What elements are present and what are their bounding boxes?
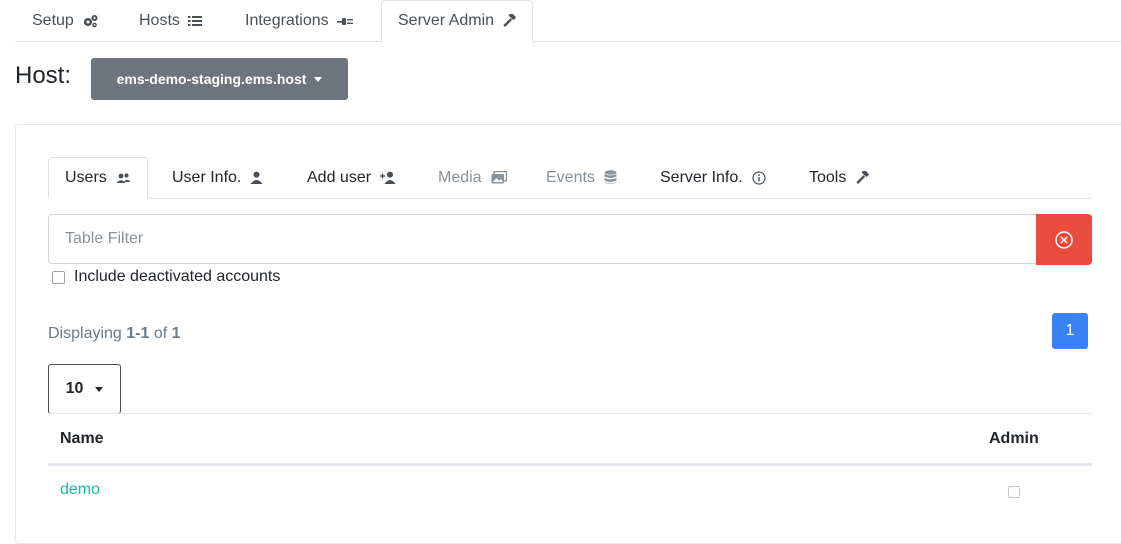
tab-server-admin-label: Server Admin [398,12,495,29]
tab-server-info-label: Server Info. [660,168,743,186]
pagination-range: 1-1 [126,325,150,342]
user-icon [250,171,263,184]
clear-filter-button[interactable] [1036,214,1092,265]
user-name-link[interactable]: demo [60,481,100,499]
tab-hosts[interactable]: Hosts [139,0,202,41]
host-dropdown-button[interactable]: ems-demo-staging.ems.host [91,58,348,100]
pagination-prefix: Displaying [48,325,127,342]
close-circle-icon [1055,230,1073,249]
tab-events[interactable]: Events [546,157,617,198]
tab-add-user[interactable]: Add user [307,157,396,198]
cogs-icon [83,14,98,27]
tab-users-label: Users [65,169,107,186]
list-icon [187,15,202,26]
include-deactivated-checkbox[interactable] [52,270,65,284]
pagination-summary: Displaying 1-1 of 1 [48,325,181,343]
tab-media-label: Media [438,168,482,186]
host-label: Host: [15,62,72,89]
hammer-icon [856,170,870,184]
column-header-name[interactable]: Name [60,430,104,448]
tab-setup-label: Setup [32,11,74,29]
caret-down-icon [314,76,323,82]
table-filter-input[interactable] [48,214,1036,264]
tab-events-label: Events [546,168,595,186]
include-deactivated-row: Include deactivated accounts [52,268,280,286]
info-circle-icon [752,170,766,185]
plug-icon [336,17,353,25]
admin-inner-tabs: Users User Info. Add user Media Events S… [48,157,1092,199]
column-header-admin[interactable]: Admin [989,430,1039,448]
page-size-dropdown[interactable]: 10 [48,364,121,414]
tab-user-info-label: User Info. [172,168,242,186]
page-size-value: 10 [65,380,84,397]
database-icon [604,170,617,184]
page-1-button[interactable]: 1 [1052,313,1088,349]
tab-integrations-label: Integrations [245,11,329,29]
tab-server-admin[interactable]: Server Admin [381,0,534,42]
tab-tools[interactable]: Tools [809,157,870,198]
hammer-icon [503,14,516,27]
tab-tools-label: Tools [809,168,847,186]
tab-setup[interactable]: Setup [32,0,99,41]
pagination-of: of [149,325,172,342]
admin-checkbox[interactable] [1008,486,1020,498]
tab-server-info[interactable]: Server Info. [660,157,766,198]
tab-users[interactable]: Users [48,157,148,199]
tab-user-info[interactable]: User Info. [172,157,263,198]
include-deactivated-label[interactable]: Include deactivated accounts [74,268,280,286]
host-selected-value: ems-demo-staging.ems.host [116,71,307,87]
tab-integrations[interactable]: Integrations [245,0,353,41]
caret-down-icon [95,386,104,392]
tab-hosts-label: Hosts [139,11,180,29]
pagination-total: 1 [171,325,181,342]
user-plus-icon [380,171,396,184]
table-top-border [48,413,1092,414]
table-header-divider [48,463,1092,466]
top-nav-tabs: Setup Hosts Integrations Server Admin [15,0,1121,42]
tab-media[interactable]: Media [438,157,507,198]
tab-add-user-label: Add user [307,168,372,186]
images-icon [491,171,507,184]
users-icon [116,173,131,183]
